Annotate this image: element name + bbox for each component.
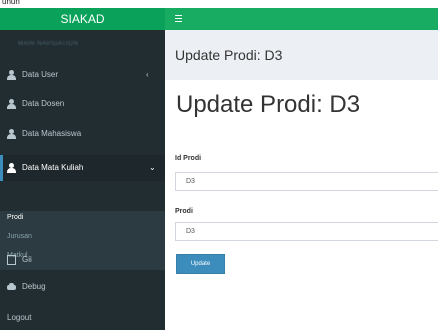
menu-toggle-icon[interactable] [175, 15, 182, 22]
content-header: Update Prodi: D3 [165, 30, 438, 80]
sidebar-item-gii[interactable]: Gii [0, 247, 165, 273]
page-header-title: Update Prodi: D3 [175, 47, 283, 63]
top-navbar [165, 8, 438, 30]
submenu-item-jurusan[interactable]: Jurusan [7, 233, 32, 240]
user-icon [7, 70, 16, 80]
top-strip: unun [0, 0, 438, 8]
sidebar-item-data-user[interactable]: Data User ‹ [0, 62, 165, 88]
sidebar-item-data-mahasiswa[interactable]: Data Mahasiswa [0, 121, 165, 147]
sidebar: MAIN NAVIGATION Data User ‹ Data Dosen D… [0, 30, 165, 330]
dashboard-icon [7, 282, 16, 292]
sidebar-item-label: Data Mata Kuliah [22, 163, 84, 172]
id-prodi-label: Id Prodi [175, 155, 202, 162]
app-brand[interactable]: SIAKAD [0, 8, 165, 30]
sidebar-item-debug[interactable]: Debug [0, 274, 165, 300]
sidebar-item-data-dosen[interactable]: Data Dosen [0, 91, 165, 117]
form-panel: Update Prodi: D3 Id Prodi D3 Prodi D3 Up… [165, 80, 438, 330]
user-icon [7, 99, 16, 109]
sidebar-header: MAIN NAVIGATION [18, 41, 79, 47]
sidebar-item-label: Gii [22, 255, 32, 264]
chevron-left-icon: ‹ [146, 70, 149, 79]
update-button[interactable]: Update [176, 254, 225, 274]
sidebar-item-label: Debug [22, 282, 46, 291]
file-icon [7, 255, 16, 265]
sidebar-item-data-mata-kuliah[interactable]: Data Mata Kuliah ⌄ [0, 155, 165, 181]
sidebar-item-label: Data Dosen [22, 99, 65, 108]
sidebar-item-label: Data Mahasiswa [22, 129, 82, 138]
sidebar-item-label: Logout [7, 313, 32, 322]
user-icon [7, 163, 16, 173]
user-icon [7, 129, 16, 139]
prodi-input[interactable]: D3 [175, 222, 438, 241]
id-prodi-input[interactable]: D3 [175, 172, 438, 191]
content-area: Update Prodi: D3 Update Prodi: D3 Id Pro… [165, 30, 438, 330]
sidebar-item-label: Data User [22, 70, 59, 79]
submenu-item-prodi[interactable]: Prodi [7, 214, 23, 221]
sidebar-item-logout[interactable]: Logout [0, 305, 165, 330]
top-text-fragment: unun [2, 0, 20, 6]
page-title: Update Prodi: D3 [176, 91, 361, 118]
prodi-label: Prodi [175, 208, 193, 215]
chevron-down-icon: ⌄ [149, 163, 156, 172]
